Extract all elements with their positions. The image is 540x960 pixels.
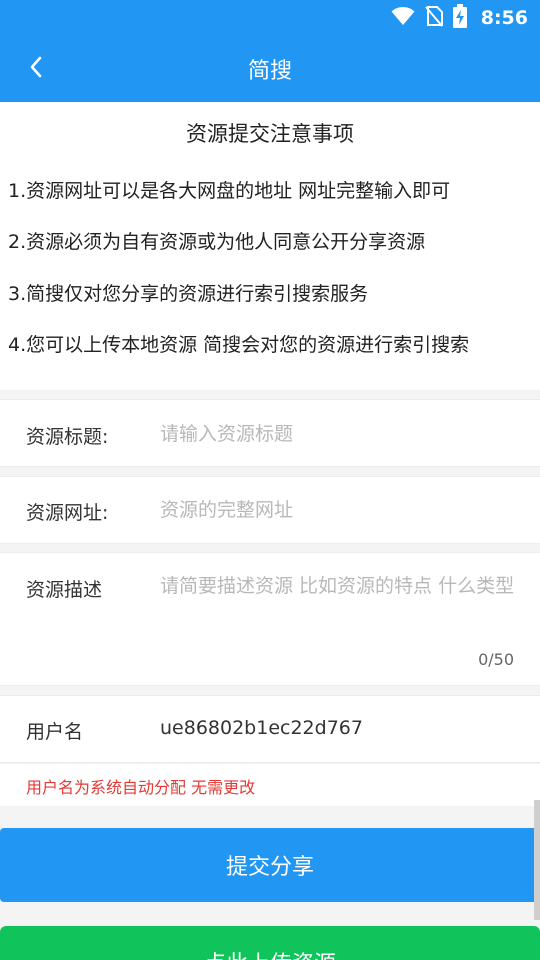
upload-button[interactable]: 点此上传资源 xyxy=(0,926,540,960)
notice-item: 3.简搜仅对您分享的资源进行索引搜索服务 xyxy=(8,283,369,305)
wifi-icon xyxy=(391,6,415,30)
notice-title: 资源提交注意事项 xyxy=(186,122,354,146)
url-row: 资源网址: xyxy=(0,476,540,544)
status-icons: 8:56 xyxy=(391,4,528,32)
page-title: 简搜 xyxy=(247,59,292,84)
title-label: 资源标题: xyxy=(26,426,109,448)
notice-item: 4.您可以上传本地资源 简搜会对您的资源进行索引搜索 xyxy=(8,334,470,356)
url-label: 资源网址: xyxy=(26,502,109,524)
username-value: ue86802b1ec22d767 xyxy=(160,717,363,739)
title-row: 资源标题: xyxy=(0,399,540,467)
description-row: 资源描述 0/50 xyxy=(0,552,540,686)
back-button[interactable] xyxy=(20,53,52,85)
hint-area: 用户名为系统自动分配 无需更改 xyxy=(0,764,540,806)
username-row: 用户名 ue86802b1ec22d767 xyxy=(0,695,540,763)
username-label: 用户名 xyxy=(26,721,84,743)
no-sim-icon xyxy=(424,5,443,31)
status-bar: 8:56 xyxy=(0,0,540,36)
scrollbar[interactable] xyxy=(534,800,540,920)
notice-item: 2.资源必须为自有资源或为他人同意公开分享资源 xyxy=(8,231,426,253)
notice-section: 资源提交注意事项 1.资源网址可以是各大网盘的地址 网址完整输入即可 2.资源必… xyxy=(0,102,540,390)
description-counter: 0/50 xyxy=(478,650,514,669)
submit-button[interactable]: 提交分享 xyxy=(0,828,540,902)
chevron-left-icon xyxy=(28,55,44,83)
app-bar: 简搜 xyxy=(0,36,540,102)
url-input[interactable] xyxy=(160,494,516,526)
username-hint: 用户名为系统自动分配 无需更改 xyxy=(26,778,256,797)
status-time: 8:56 xyxy=(480,7,528,29)
description-input[interactable] xyxy=(160,568,516,644)
screen: 8:56 简搜 资源提交注意事项 1.资源网址可以是各大网盘的地址 网址完整输入… xyxy=(0,0,540,960)
notice-item: 1.资源网址可以是各大网盘的地址 网址完整输入即可 xyxy=(8,180,451,202)
title-input[interactable] xyxy=(160,418,516,450)
battery-charging-icon xyxy=(452,4,467,32)
description-label: 资源描述 xyxy=(26,579,103,601)
